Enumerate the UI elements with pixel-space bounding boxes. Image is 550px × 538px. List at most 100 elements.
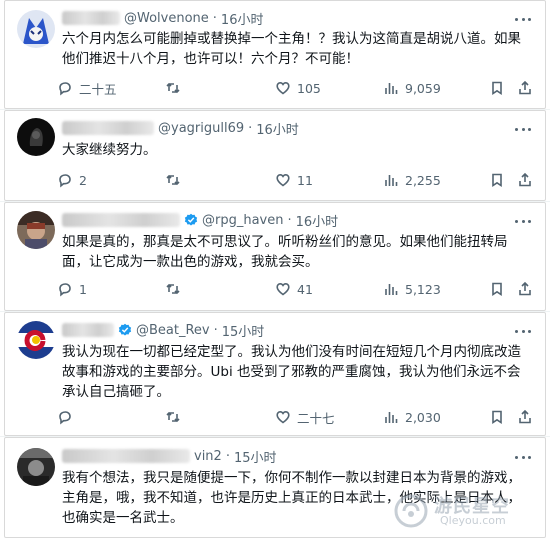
share-icon (519, 281, 531, 296)
share-button[interactable] (517, 406, 539, 428)
views-button[interactable]: 2,255 (383, 169, 441, 191)
reply-icon (59, 174, 71, 188)
retweet-button[interactable] (165, 406, 187, 428)
reply-count: 1 (79, 281, 87, 297)
reply-count: 2 (79, 172, 87, 188)
separator-dot: · (212, 10, 217, 26)
tweet-feed: @Wolvenone · 16小时 六个月内怎么可能删掉或替换掉一个主角！？我认… (0, 0, 550, 538)
views-button[interactable]: 2,030 (383, 406, 441, 428)
like-count: 二十七 (297, 410, 335, 426)
more-options-icon[interactable] (512, 121, 534, 137)
reply-button[interactable] (57, 406, 79, 428)
verified-badge-icon (184, 213, 198, 226)
more-options-icon[interactable] (512, 449, 534, 465)
like-button[interactable]: 11 (275, 169, 313, 191)
avatar[interactable] (17, 321, 55, 359)
timestamp[interactable]: 15小时 (222, 321, 265, 340)
avatar[interactable] (17, 448, 55, 486)
tweet-header: @yagrigull69 · 16小时 (62, 119, 299, 138)
bookmark-icon (492, 282, 502, 297)
timestamp[interactable]: 16小时 (256, 119, 299, 138)
views-button[interactable]: 5,123 (383, 278, 441, 300)
retweet-button[interactable] (165, 169, 187, 191)
bookmark-icon (492, 81, 502, 96)
tweet-text: 如果是真的，那真是太不可思议了。听听粉丝们的意见。如果他们能扭转局面，让它成为一… (62, 234, 508, 270)
user-handle[interactable]: @rpg_haven (202, 213, 284, 228)
tweet-actions: 二十七 2,030 (57, 406, 537, 428)
user-handle[interactable]: @Beat_Rev (136, 323, 210, 338)
watermark-logo-icon (394, 494, 428, 528)
views-count: 2,030 (405, 409, 441, 425)
reply-icon (59, 283, 71, 297)
user-handle[interactable]: vin2 (194, 449, 222, 464)
retweet-icon (166, 411, 180, 423)
tweet-actions: 1 41 5,123 (57, 278, 537, 300)
retweet-icon (166, 174, 180, 186)
reply-button[interactable]: 1 (57, 278, 87, 300)
share-button[interactable] (517, 278, 539, 300)
reply-button[interactable]: 二十五 (57, 77, 117, 99)
separator-dot: · (287, 212, 292, 228)
bookmark-button[interactable] (489, 406, 511, 428)
more-options-icon[interactable] (512, 323, 534, 339)
timestamp[interactable]: 15小时 (234, 447, 277, 466)
reply-button[interactable]: 2 (57, 169, 87, 191)
avatar[interactable] (17, 118, 55, 156)
tweet-header: vin2 · 15小时 (62, 447, 277, 466)
tweet-header: @Beat_Rev · 15小时 (62, 321, 265, 340)
tweet[interactable]: @Beat_Rev · 15小时 我认为现在一切都已经定型了。我认为他们没有时间… (0, 312, 550, 437)
tweet[interactable]: @Wolvenone · 16小时 六个月内怎么可能删掉或替换掉一个主角！？我认… (0, 0, 550, 110)
separator-dot: · (225, 448, 230, 464)
analytics-icon (385, 284, 398, 295)
bookmark-button[interactable] (489, 77, 511, 99)
retweet-icon (166, 283, 180, 295)
user-handle[interactable]: @Wolvenone (124, 11, 209, 26)
views-count: 5,123 (405, 281, 441, 297)
watermark: 游民星空 Qleyou.com (392, 488, 542, 534)
avatar[interactable] (17, 10, 55, 48)
tweet[interactable]: @rpg_haven · 16小时 如果是真的，那真是太不可思议了。听听粉丝们的… (0, 202, 550, 312)
more-options-icon[interactable] (512, 213, 534, 229)
analytics-icon (385, 175, 398, 186)
display-name-redacted (62, 449, 190, 463)
retweet-button[interactable] (165, 278, 187, 300)
user-handle[interactable]: @yagrigull69 (158, 121, 244, 136)
separator-dot: · (213, 322, 218, 338)
retweet-icon (166, 82, 180, 94)
tweet-header: @Wolvenone · 16小时 (62, 9, 264, 28)
bookmark-button[interactable] (489, 278, 511, 300)
share-icon (519, 409, 531, 424)
views-button[interactable]: 9,059 (383, 77, 441, 99)
like-button[interactable]: 105 (275, 77, 321, 99)
tweet[interactable]: @yagrigull69 · 16小时 大家继续努力。 2 11 2,255 (0, 110, 550, 202)
like-button[interactable]: 二十七 (275, 406, 335, 428)
avatar[interactable] (17, 211, 55, 249)
like-count: 105 (297, 80, 321, 96)
like-count: 11 (297, 172, 313, 188)
timestamp[interactable]: 16小时 (221, 9, 264, 28)
more-options-icon[interactable] (512, 11, 534, 27)
separator-dot: · (248, 120, 253, 136)
bookmark-button[interactable] (489, 169, 511, 191)
like-button[interactable]: 41 (275, 278, 313, 300)
bookmark-icon (492, 410, 502, 425)
heart-icon (276, 81, 290, 95)
tweet-actions: 二十五 105 9,059 (57, 77, 537, 99)
display-name-redacted (62, 213, 180, 227)
retweet-button[interactable] (165, 77, 187, 99)
tweet-text: 大家继续努力。 (62, 142, 157, 158)
display-name-redacted (62, 323, 114, 337)
analytics-icon (385, 83, 398, 94)
like-count: 41 (297, 281, 313, 297)
reply-icon (59, 82, 71, 96)
share-button[interactable] (517, 169, 539, 191)
tweet-actions: 2 11 2,255 (57, 169, 537, 191)
tweet-header: @rpg_haven · 16小时 (62, 211, 339, 230)
share-button[interactable] (517, 77, 539, 99)
views-count: 2,255 (405, 172, 441, 188)
display-name-redacted (62, 121, 154, 135)
timestamp[interactable]: 16小时 (296, 211, 339, 230)
heart-icon (276, 173, 290, 187)
reply-count: 二十五 (79, 81, 117, 97)
heart-icon (276, 282, 290, 296)
